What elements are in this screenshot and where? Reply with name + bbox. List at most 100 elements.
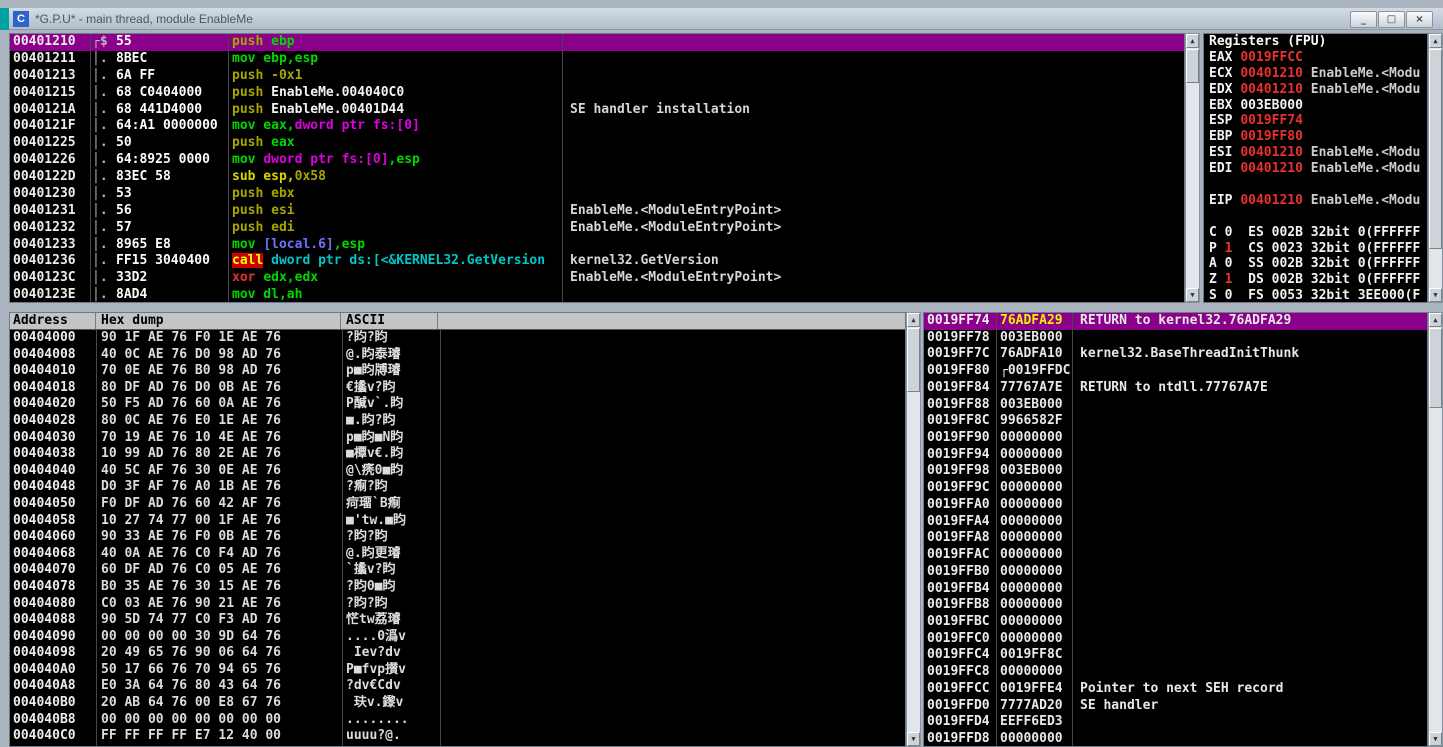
disasm-row[interactable]: 00401236│.FF15 3040400call dword ptr ds:… (10, 253, 1184, 270)
disasm-row[interactable]: 00401211│.8BECmov ebp,esp (10, 51, 1184, 68)
dump-row[interactable]: 004040A8E0 3A 64 76 80 43 64 76?dv€Cdv (10, 678, 905, 695)
register-line[interactable] (1204, 209, 1427, 225)
stack-row[interactable]: 0019FF88003EB000 (924, 397, 1427, 414)
scroll-down-icon[interactable]: ▼ (1429, 288, 1442, 302)
stack-row[interactable]: 0019FFAC00000000 (924, 547, 1427, 564)
minimize-button[interactable]: _ (1350, 11, 1377, 28)
dump-row[interactable]: 0040405810 27 74 77 00 1F AE 76■'tw.■盷 (10, 513, 905, 530)
disasm-row[interactable]: 0040123E│.8AD4mov dl,ah (10, 287, 1184, 303)
stack-row[interactable]: 0019FFC40019FF8C (924, 647, 1427, 664)
dump-row[interactable]: 0040401070 0E AE 76 B0 98 AD 76p■盷牔璿 (10, 363, 905, 380)
dump-row[interactable]: 0040407060 DF AD 76 C0 05 AE 76`攭v?盷 (10, 562, 905, 579)
register-line[interactable]: EAX 0019FFCC (1204, 50, 1427, 66)
dump-row[interactable]: 00404078B0 35 AE 76 30 15 AE 76?盷0■盷 (10, 579, 905, 596)
stack-row[interactable]: 0019FF8C9966582F (924, 413, 1427, 430)
stack-row[interactable]: 0019FFB400000000 (924, 581, 1427, 598)
disasm-row[interactable]: 00401232│.57push ediEnableMe.<ModuleEntr… (10, 220, 1184, 237)
dump-row[interactable]: 0040409820 49 65 76 90 06 64 76 Iev?dv (10, 645, 905, 662)
dump-row[interactable]: 0040403810 99 AD 76 80 2E AE 76■橝v€.盷 (10, 446, 905, 463)
register-line[interactable] (1204, 177, 1427, 193)
title-bar[interactable]: C *G.P.U* - main thread, module EnableMe… (9, 8, 1443, 30)
register-line[interactable]: EDI 00401210 EnableMe.<Modu (1204, 161, 1427, 177)
disasm-row[interactable]: 0040121A│.68 441D4000push EnableMe.00401… (10, 102, 1184, 119)
stack-scrollbar[interactable]: ▲ ▼ (1428, 312, 1443, 747)
dump-row[interactable]: 004040C0FF FF FF FF E7 12 40 00uuuu?@. (10, 728, 905, 745)
register-line[interactable]: ESP 0019FF74 (1204, 113, 1427, 129)
scroll-up-icon[interactable]: ▲ (1186, 34, 1199, 48)
dump-row[interactable]: 00404080C0 03 AE 76 90 21 AE 76?盷?盷 (10, 596, 905, 613)
dump-row[interactable]: 0040409000 00 00 00 30 9D 64 76....0潙v (10, 629, 905, 646)
scrollbar-thumb[interactable] (1429, 49, 1442, 249)
disasm-row[interactable]: 00401230│.53push ebx (10, 186, 1184, 203)
stack-row[interactable]: 0019FFC000000000 (924, 631, 1427, 648)
disasm-row[interactable]: 00401215│.68 C0404000push EnableMe.00404… (10, 85, 1184, 102)
maximize-button[interactable]: □ (1378, 11, 1405, 28)
registers-scrollbar[interactable]: ▲ ▼ (1428, 33, 1443, 303)
stack-row[interactable]: 0019FF78003EB000 (924, 330, 1427, 347)
dump-scrollbar[interactable]: ▲ ▼ (906, 312, 921, 747)
register-line[interactable]: ESI 00401210 EnableMe.<Modu (1204, 145, 1427, 161)
scroll-up-icon[interactable]: ▲ (1429, 34, 1442, 48)
disasm-row[interactable]: 0040122D│.83EC 58sub esp,0x58 (10, 169, 1184, 186)
stack-row[interactable]: 0019FF9000000000 (924, 430, 1427, 447)
register-line[interactable]: Z 1 DS 002B 32bit 0(FFFFFF (1204, 272, 1427, 288)
stack-row[interactable]: 0019FF7C76ADFA10kernel32.BaseThreadInitT… (924, 346, 1427, 363)
disasm-row[interactable]: 00401233│.8965 E8mov [local.6],esp (10, 237, 1184, 254)
disasm-row[interactable]: 00401225│.50push eax (10, 135, 1184, 152)
stack-row[interactable]: 0019FFB800000000 (924, 597, 1427, 614)
scrollbar-thumb[interactable] (1186, 49, 1199, 83)
stack-row[interactable]: 0019FF8477767A7ERETURN to ntdll.77767A7E (924, 380, 1427, 397)
stack-row[interactable]: 0019FF9400000000 (924, 447, 1427, 464)
dump-row[interactable]: 0040400840 0C AE 76 D0 98 AD 76@.盷泰璿 (10, 347, 905, 364)
register-line[interactable]: C 0 ES 002B 32bit 0(FFFFFF (1204, 225, 1427, 241)
register-line[interactable]: P 1 CS 0023 32bit 0(FFFFFF (1204, 241, 1427, 257)
stack-row[interactable]: 0019FFA400000000 (924, 514, 1427, 531)
scroll-down-icon[interactable]: ▼ (1186, 288, 1199, 302)
stack-row[interactable]: 0019FFA000000000 (924, 497, 1427, 514)
stack-row[interactable]: 0019FFD4EEFF6ED3 (924, 714, 1427, 731)
dump-row[interactable]: 0040402880 0C AE 76 E0 1E AE 76■.盷?盷 (10, 413, 905, 430)
disasm-row[interactable]: 0040121F│.64:A1 0000000mov eax,dword ptr… (10, 118, 1184, 135)
disasm-row[interactable]: 00401226│.64:8925 0000mov dword ptr fs:[… (10, 152, 1184, 169)
dump-row[interactable]: 0040404040 5C AF 76 30 0E AE 76@\痜0■盷 (10, 463, 905, 480)
register-line[interactable]: EBX 003EB000 (1204, 98, 1427, 114)
scrollbar-thumb[interactable] (1429, 328, 1442, 408)
dump-row[interactable]: 00404050F0 DF AD 76 60 42 AF 76疴璢`B痸 (10, 496, 905, 513)
scroll-down-icon[interactable]: ▼ (907, 732, 920, 746)
stack-row[interactable]: 0019FF80┌0019FFDC (924, 363, 1427, 380)
stack-row[interactable]: 0019FFBC00000000 (924, 614, 1427, 631)
stack-row[interactable]: 0019FF9C00000000 (924, 480, 1427, 497)
stack-row[interactable]: 0019FF7476ADFA29RETURN to kernel32.76ADF… (924, 313, 1427, 330)
dump-row[interactable]: 004040B020 AB 64 76 00 E8 67 76 玞v.鑗v (10, 695, 905, 712)
stack-row[interactable]: 0019FFA800000000 (924, 530, 1427, 547)
dump-row[interactable]: 0040403070 19 AE 76 10 4E AE 76p■盷■N盷 (10, 430, 905, 447)
register-line[interactable]: EIP 00401210 EnableMe.<Modu (1204, 193, 1427, 209)
register-line[interactable]: S 0 FS 0053 32bit 3EE000(F (1204, 288, 1427, 303)
register-line[interactable]: EBP 0019FF80 (1204, 129, 1427, 145)
close-button[interactable]: × (1406, 11, 1433, 28)
stack-row[interactable]: 0019FFD800000000 (924, 731, 1427, 747)
dump-row[interactable]: 0040406090 33 AE 76 F0 0B AE 76?盷?盷 (10, 529, 905, 546)
dump-row[interactable]: 004040B800 00 00 00 00 00 00 00........ (10, 712, 905, 729)
stack-row[interactable]: 0019FFCC0019FFE4Pointer to next SEH reco… (924, 681, 1427, 698)
dump-row[interactable]: 0040400090 1F AE 76 F0 1E AE 76?盷?盷 (10, 330, 905, 347)
register-line[interactable]: A 0 SS 002B 32bit 0(FFFFFF (1204, 256, 1427, 272)
dump-row[interactable]: 00404048D0 3F AF 76 A0 1B AE 76?痸?盷 (10, 479, 905, 496)
scrollbar-thumb[interactable] (907, 328, 920, 392)
dump-row[interactable]: 0040408890 5D 74 77 C0 F3 AD 76恾tw荔璿 (10, 612, 905, 629)
register-line[interactable]: EDX 00401210 EnableMe.<Modu (1204, 82, 1427, 98)
stack-row[interactable]: 0019FFB000000000 (924, 564, 1427, 581)
disasm-row[interactable]: 00401213│.6A FFpush -0x1 (10, 68, 1184, 85)
dump-row[interactable]: 0040406840 0A AE 76 C0 F4 AD 76@.盷更璿 (10, 546, 905, 563)
scroll-up-icon[interactable]: ▲ (907, 313, 920, 327)
disasm-row[interactable]: 00401210┌$55push ebp (10, 34, 1184, 51)
disasm-row[interactable]: 00401231│.56push esiEnableMe.<ModuleEntr… (10, 203, 1184, 220)
scroll-down-icon[interactable]: ▼ (1429, 732, 1442, 746)
stack-row[interactable]: 0019FFD07777AD20SE handler (924, 698, 1427, 715)
scroll-up-icon[interactable]: ▲ (1429, 313, 1442, 327)
register-line[interactable]: ECX 00401210 EnableMe.<Modu (1204, 66, 1427, 82)
disassembly-scrollbar[interactable]: ▲ ▼ (1185, 33, 1200, 303)
dump-row[interactable]: 0040401880 DF AD 76 D0 0B AE 76€攭v?盷 (10, 380, 905, 397)
stack-row[interactable]: 0019FFC800000000 (924, 664, 1427, 681)
disasm-row[interactable]: 0040123C│.33D2xor edx,edxEnableMe.<Modul… (10, 270, 1184, 287)
